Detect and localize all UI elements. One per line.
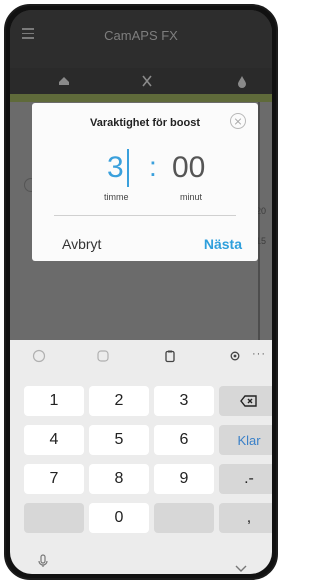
status-strip — [10, 94, 272, 102]
dialog-title: Varaktighet för boost — [89, 117, 201, 129]
hours-label: timme — [104, 192, 129, 202]
text-cursor — [127, 149, 129, 187]
key-7[interactable]: 7 — [24, 464, 84, 494]
key-6[interactable]: 6 — [154, 425, 214, 455]
keyboard-toolbar: ··· — [10, 340, 272, 372]
mic-icon[interactable] — [38, 554, 48, 568]
tab-bar — [10, 68, 272, 94]
minutes-label: minut — [180, 192, 203, 202]
key-2[interactable]: 2 — [89, 386, 149, 416]
done-key[interactable]: Klar — [219, 425, 272, 455]
key-0[interactable]: 0 — [89, 503, 149, 533]
minutes-input[interactable]: 00 — [172, 151, 205, 185]
dot-dash-key[interactable]: .- — [219, 464, 272, 494]
clipboard-icon[interactable] — [163, 349, 177, 363]
app-bar: CamAPS FX — [10, 10, 272, 68]
time-separator: : — [149, 151, 157, 182]
blank-key — [154, 503, 214, 533]
screen: CamAPS FX 2 0 15 Varaktighet för boost 3 … — [10, 10, 272, 574]
key-5[interactable]: 5 — [89, 425, 149, 455]
backspace-key[interactable] — [219, 386, 272, 416]
key-8[interactable]: 8 — [89, 464, 149, 494]
app-title: CamAPS FX — [104, 28, 178, 43]
emoji-icon[interactable] — [32, 349, 46, 363]
boost-duration-dialog: Varaktighet för boost 3 : 00 timme minut… — [32, 103, 258, 261]
comma-key[interactable]: , — [219, 503, 272, 533]
chevron-down-icon[interactable] — [234, 560, 248, 572]
blank-key — [24, 503, 84, 533]
drop-icon[interactable] — [235, 74, 249, 88]
home-icon[interactable] — [57, 74, 71, 88]
key-4[interactable]: 4 — [24, 425, 84, 455]
more-icon[interactable]: ··· — [252, 348, 266, 360]
key-9[interactable]: 9 — [154, 464, 214, 494]
close-icon[interactable] — [230, 113, 246, 129]
backspace-icon — [240, 395, 257, 407]
phone-frame: CamAPS FX 2 0 15 Varaktighet för boost 3 … — [4, 4, 278, 580]
numeric-keyboard: ··· 1 2 3 4 5 6 Klar 7 8 9 .- 0 , — [10, 340, 272, 574]
cancel-button[interactable]: Avbryt — [62, 236, 101, 252]
dialog-divider — [54, 215, 236, 216]
next-button[interactable]: Nästa — [204, 236, 242, 252]
glucose-scale — [258, 102, 260, 342]
gear-icon[interactable] — [228, 349, 242, 363]
key-1[interactable]: 1 — [24, 386, 84, 416]
fork-knife-icon[interactable] — [140, 74, 154, 88]
hours-input[interactable]: 3 — [107, 151, 124, 185]
sticker-icon[interactable] — [96, 349, 110, 363]
key-3[interactable]: 3 — [154, 386, 214, 416]
